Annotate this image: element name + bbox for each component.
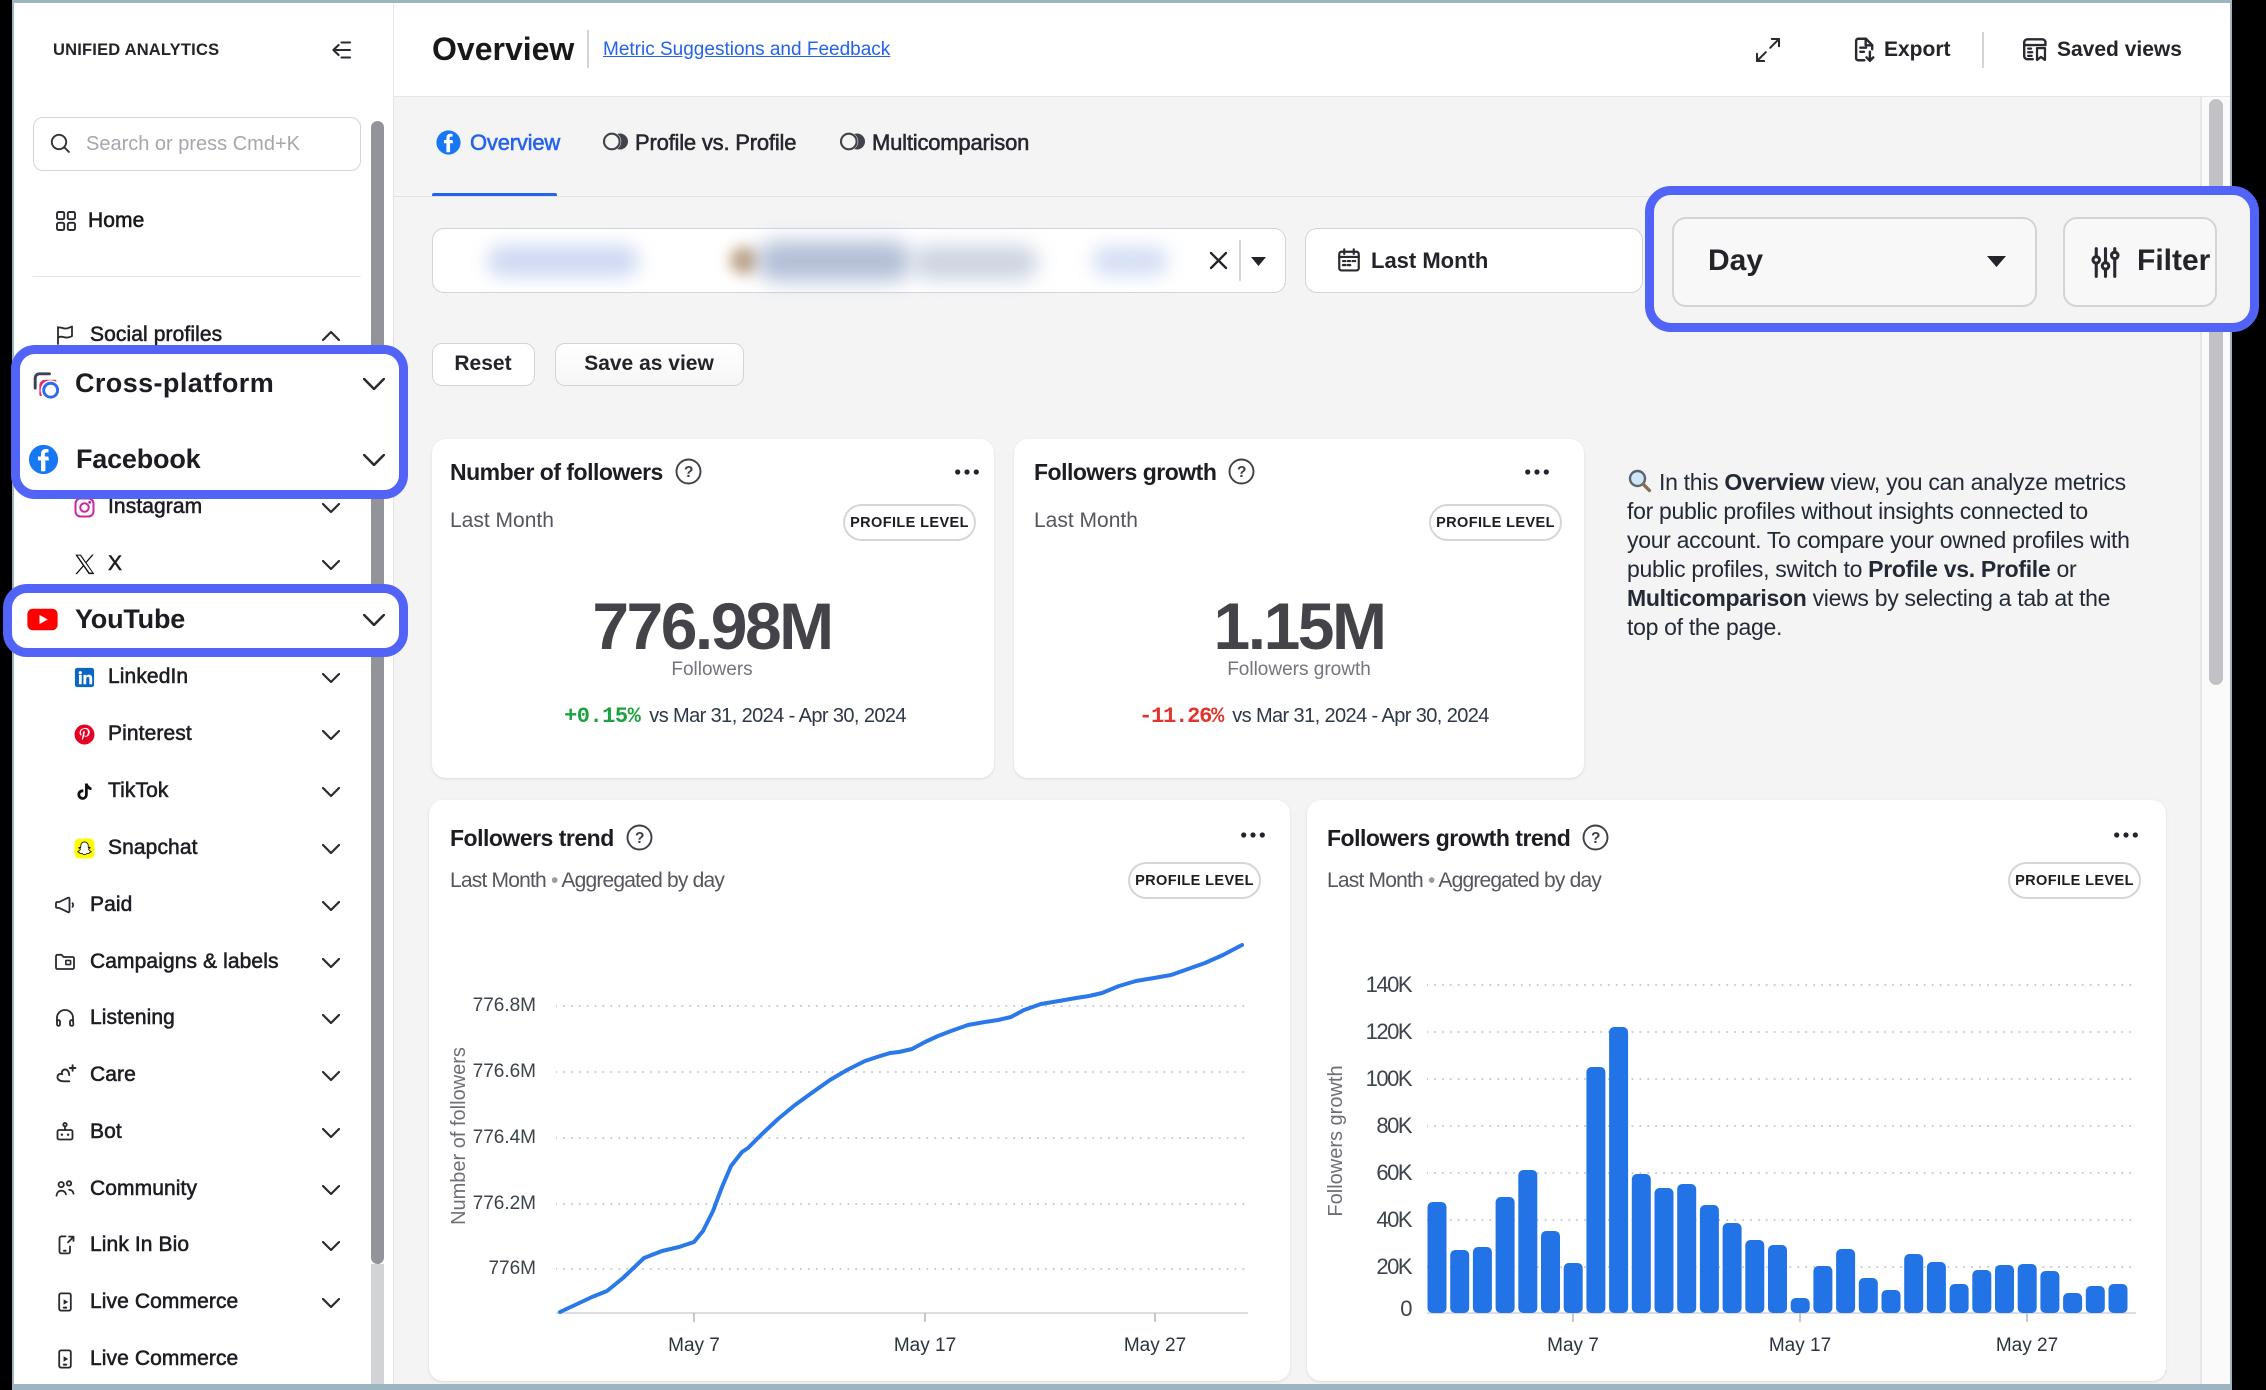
svg-text:?: ? xyxy=(684,464,693,481)
svg-text:?: ? xyxy=(1237,464,1246,481)
svg-text:?: ? xyxy=(635,830,644,847)
svg-text:?: ? xyxy=(1591,830,1600,847)
